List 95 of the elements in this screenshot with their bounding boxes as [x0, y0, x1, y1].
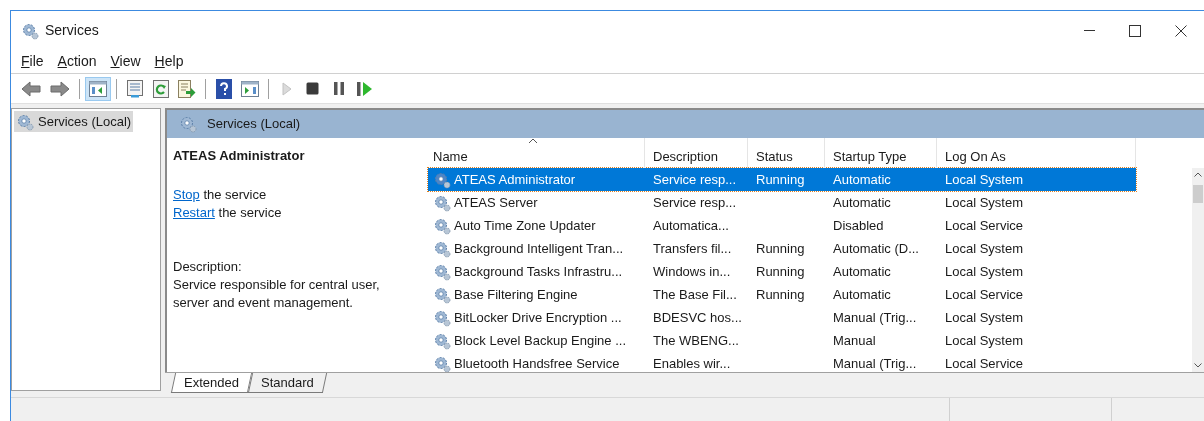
table-cell-text: Local Service [945, 216, 1024, 235]
help-icon [215, 78, 232, 99]
service-action-link[interactable]: Restart [173, 204, 215, 220]
maximize-icon [1129, 24, 1141, 37]
table-cell-text: The Base Fil... [653, 285, 737, 304]
service-action-link[interactable]: Stop [173, 186, 200, 202]
service-row[interactable]: Background Intelligent Tran... Transfers fil... Running Automatic (D... Local System [428, 237, 1136, 260]
menu-item[interactable]: Help [147, 50, 191, 73]
table-cell-text: Running [756, 262, 805, 281]
table-cell-text: Enables wir... [653, 354, 731, 372]
service-action: Stop the service [173, 185, 268, 204]
table-cell-text: Service resp... [653, 170, 737, 189]
table-cell-text: Automatica... [653, 216, 729, 235]
service-row[interactable]: Bluetooth Handsfree Service Enables wir... Manual (Trig... Local Service [428, 352, 1136, 372]
export-list-icon [178, 79, 196, 98]
service-row[interactable]: Background Tasks Infrastru... Windows in... Running Automatic Local System [428, 260, 1136, 283]
table-cell-text: Transfers fil... [653, 239, 732, 258]
tree-item[interactable]: Services (Local) [14, 111, 134, 132]
tree-pane-icon [89, 80, 107, 97]
action-pane-icon [241, 80, 259, 97]
service-gear-icon [433, 308, 451, 327]
table-cell-text: Local System [945, 193, 1024, 212]
table-cell-text: Bluetooth Handsfree Service [454, 354, 620, 372]
service-title: ATEAS Administrator [173, 147, 306, 165]
service-row[interactable]: BitLocker Drive Encryption ... BDESVC hos... Manual (Trig... Local System [428, 306, 1136, 329]
table-cell-text: Local Service [945, 354, 1024, 372]
close-icon [1175, 24, 1187, 37]
table-cell-text: Background Tasks Infrastru... [454, 262, 623, 281]
table-cell-text: ATEAS Server [454, 193, 538, 212]
service-gear-icon [433, 262, 451, 281]
resume-icon [356, 81, 373, 96]
table-cell-text: Manual [833, 331, 876, 350]
view-tab[interactable]: Standard [247, 373, 327, 393]
table-cell-text: Automatic [833, 170, 891, 189]
service-row[interactable]: Auto Time Zone Updater Automatica... Disabled Local Service [428, 214, 1136, 237]
service-row[interactable]: ATEAS Server Service resp... Automatic Local System [428, 191, 1136, 214]
service-row[interactable]: ATEAS Administrator Service resp... Running Automatic Local System [428, 168, 1136, 191]
table-cell-text: Automatic [833, 262, 891, 281]
table-cell-text: Manual (Trig... [833, 308, 917, 327]
table-cell-text: Local System [945, 262, 1024, 281]
table-cell-text: Running [756, 170, 805, 189]
service-gear-icon [433, 170, 451, 189]
table-cell-text: The WBENG... [653, 331, 739, 350]
service-row[interactable]: Base Filtering Engine The Base Fil... Running Automatic Local Service [428, 283, 1136, 306]
service-action: Restart the service [173, 203, 283, 222]
description-text: Service responsible for central user, server and event management. [173, 275, 381, 312]
scroll-up-icon [1194, 172, 1202, 177]
table-cell-text: Automatic [833, 193, 891, 212]
service-gear-icon [433, 216, 451, 235]
table-cell-text: Manual (Trig... [833, 354, 917, 372]
menu-item[interactable]: File [14, 50, 51, 73]
table-cell-text: Local Service [945, 285, 1024, 304]
service-gear-icon [433, 285, 451, 304]
stop-icon [306, 82, 319, 95]
table-cell-text: Running [756, 285, 805, 304]
scroll-thumb[interactable] [1193, 185, 1203, 203]
table-cell-text: Automatic [833, 285, 891, 304]
description-label: Description: [173, 257, 243, 276]
gear-icon [16, 112, 34, 131]
window-title: Services [45, 21, 99, 40]
forward-arrow-icon [50, 80, 70, 97]
back-arrow-icon [21, 80, 41, 97]
table-cell-text: Local System [945, 331, 1024, 350]
table-cell-text: Auto Time Zone Updater [454, 216, 596, 235]
minimize-icon [1083, 30, 1095, 31]
service-gear-icon [433, 331, 451, 350]
table-cell-text: BDESVC hos... [653, 308, 742, 327]
play-icon [281, 81, 292, 96]
service-gear-icon [433, 239, 451, 258]
pause-icon [333, 82, 344, 95]
scroll-down-icon [1194, 363, 1202, 368]
table-cell-text: Running [756, 239, 805, 258]
menu-item[interactable]: Action [50, 50, 104, 73]
table-cell-text: Automatic (D... [833, 239, 919, 258]
properties-icon [126, 79, 143, 98]
service-row[interactable]: Block Level Backup Engine ... The WBENG... Manual Local System [428, 329, 1136, 352]
table-cell-text: Disabled [833, 216, 884, 235]
refresh-icon [152, 79, 169, 98]
table-cell-text: Windows in... [653, 262, 731, 281]
menu-item[interactable]: View [103, 50, 148, 73]
table-cell-text: Block Level Backup Engine ... [454, 331, 626, 350]
gear-icon [179, 115, 197, 133]
service-gear-icon [433, 193, 451, 212]
pane-title: Services (Local) [207, 115, 301, 134]
table-cell-text: Base Filtering Engine [454, 285, 578, 304]
view-tab[interactable]: Extended [170, 373, 253, 393]
table-cell-text: Local System [945, 239, 1024, 258]
table-cell-text: Local System [945, 308, 1024, 327]
table-cell-text: BitLocker Drive Encryption ... [454, 308, 622, 327]
services-gear-icon [21, 21, 39, 40]
table-cell-text: Background Intelligent Tran... [454, 239, 624, 258]
table-cell-text: Local System [945, 170, 1024, 189]
sort-caret-icon [528, 138, 538, 144]
table-cell-text: ATEAS Administrator [454, 170, 576, 189]
table-cell-text: Service resp... [653, 193, 737, 212]
